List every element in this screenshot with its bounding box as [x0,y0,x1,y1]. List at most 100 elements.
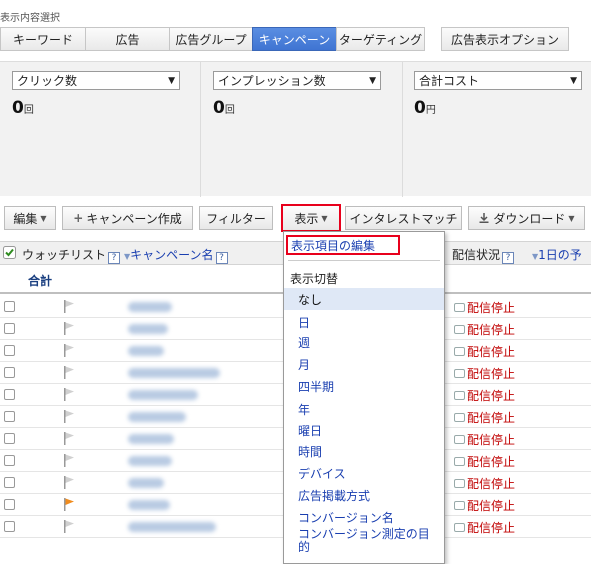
interest-match-label: インタレストマッチ [349,211,458,226]
comment-bubble-icon[interactable] [454,435,465,444]
metric-selector-impressions[interactable]: インプレッション数 ▼ [213,71,381,90]
campaign-name-redacted[interactable] [128,434,174,444]
delivery-status: 配信停止 [454,343,515,360]
comment-bubble-icon[interactable] [454,413,465,422]
tab-ad[interactable]: 広告 [85,27,170,51]
watchlist-flag-icon[interactable] [63,300,75,313]
edit-columns-link[interactable]: 表示項目の編集 [286,235,400,255]
comment-bubble-icon[interactable] [454,523,465,532]
dropdown-item[interactable]: コンバージョン名 [284,506,444,528]
header-watchlist[interactable]: ウォッチリスト? [22,246,121,264]
comment-bubble-icon[interactable] [454,457,465,466]
edit-button[interactable]: 編集 ▼ [4,206,56,230]
delivery-status: 配信停止 [454,431,515,448]
watchlist-flag-icon[interactable] [63,476,75,489]
dropdown-item[interactable]: デバイス [284,462,444,484]
switch-header: 表示切替 [290,272,339,286]
delivery-status-label: 配信停止 [467,301,516,315]
dropdown-item[interactable]: 月 [284,353,444,375]
create-campaign-label: キャンペーン作成 [86,211,182,226]
row-checkbox[interactable] [4,455,15,466]
row-checkbox[interactable] [4,367,15,378]
tab-ad-group[interactable]: 広告グループ [169,27,253,51]
watchlist-flag-icon[interactable] [63,498,75,511]
metric-value-cost: 0円 [414,98,436,118]
dropdown-item[interactable]: 広告掲載方式 [284,484,444,506]
campaign-name-redacted[interactable] [128,346,164,356]
metric-value-clicks: 0回 [12,98,34,118]
comment-bubble-icon[interactable] [454,347,465,356]
campaign-name-redacted[interactable] [128,478,164,488]
campaign-name-redacted[interactable] [128,390,198,400]
metric-selector-clicks[interactable]: クリック数 ▼ [12,71,180,90]
dropdown-item[interactable]: 週 [284,331,444,353]
delivery-status-label: 配信停止 [467,433,516,447]
campaign-name-redacted[interactable] [128,456,172,466]
filter-button[interactable]: フィルター [199,206,273,230]
watchlist-flag-icon[interactable] [63,322,75,335]
display-button[interactable]: 表示 ▼ [281,204,341,232]
campaign-name-redacted[interactable] [128,302,172,312]
campaign-name-redacted[interactable] [128,324,168,334]
select-all-checkbox-icon[interactable] [3,246,16,259]
campaign-name-redacted[interactable] [128,522,216,532]
watchlist-flag-icon[interactable] [63,520,75,533]
header-daily-budget-label: 1日の予 [538,248,582,262]
caret-down-icon: ▼ [321,213,328,223]
comment-bubble-icon[interactable] [454,391,465,400]
download-button[interactable]: ダウンロード ▼ [468,206,585,230]
filter-label: フィルター [206,211,266,226]
total-label: 合計 [28,274,53,288]
delivery-status: 配信停止 [454,409,515,426]
row-checkbox[interactable] [4,521,15,532]
dropdown-item[interactable]: 曜日 [284,419,444,441]
watchlist-flag-icon[interactable] [63,454,75,467]
tab-targeting[interactable]: ターゲティング [336,27,425,51]
dropdown-separator [288,260,440,261]
tab-campaign[interactable]: キャンペーン [252,27,337,51]
comment-bubble-icon[interactable] [454,479,465,488]
watchlist-flag-icon[interactable] [63,388,75,401]
header-campaign-name[interactable]: ▼キャンペーン名? [124,246,228,264]
tab-ad-display-option[interactable]: 広告表示オプション [441,27,569,51]
help-icon[interactable]: ? [108,252,121,264]
delivery-status: 配信停止 [454,321,515,338]
row-checkbox[interactable] [4,345,15,356]
metric-selector-cost[interactable]: 合計コスト ▼ [414,71,582,90]
help-icon[interactable]: ? [502,252,515,264]
row-checkbox[interactable] [4,499,15,510]
help-icon[interactable]: ? [215,252,228,264]
campaign-name-redacted[interactable] [128,412,186,422]
watchlist-flag-icon[interactable] [63,410,75,423]
delivery-status-label: 配信停止 [467,521,516,535]
comment-bubble-icon[interactable] [454,501,465,510]
row-checkbox[interactable] [4,433,15,444]
header-delivery-status[interactable]: 配信状況? [452,246,515,264]
row-checkbox[interactable] [4,477,15,488]
watchlist-flag-icon[interactable] [63,344,75,357]
watchlist-flag-icon[interactable] [63,366,75,379]
row-checkbox[interactable] [4,411,15,422]
delivery-status-label: 配信停止 [467,411,516,425]
comment-bubble-icon[interactable] [454,369,465,378]
interest-match-button[interactable]: インタレストマッチ [345,206,462,230]
comment-bubble-icon[interactable] [454,303,465,312]
metric-selector-label: 合計コスト [419,74,480,88]
tab-keyword[interactable]: キーワード [0,27,86,51]
campaign-name-redacted[interactable] [128,368,220,378]
dropdown-item[interactable]: 時間 [284,440,444,462]
row-checkbox[interactable] [4,389,15,400]
metric-value-impressions: 0回 [213,98,235,118]
campaign-name-redacted[interactable] [128,500,170,510]
dropdown-item[interactable]: なし [284,288,444,310]
dropdown-item[interactable]: 年 [284,398,444,420]
row-checkbox[interactable] [4,323,15,334]
watchlist-flag-icon[interactable] [63,432,75,445]
header-daily-budget[interactable]: ▼1日の予 [532,246,582,263]
comment-bubble-icon[interactable] [454,325,465,334]
dropdown-item[interactable]: 日 [284,311,444,333]
row-checkbox[interactable] [4,301,15,312]
dropdown-item[interactable]: コンバージョン測定の目的 [284,528,444,560]
dropdown-item[interactable]: 四半期 [284,375,444,397]
create-campaign-button[interactable]: + キャンペーン作成 [62,206,193,230]
